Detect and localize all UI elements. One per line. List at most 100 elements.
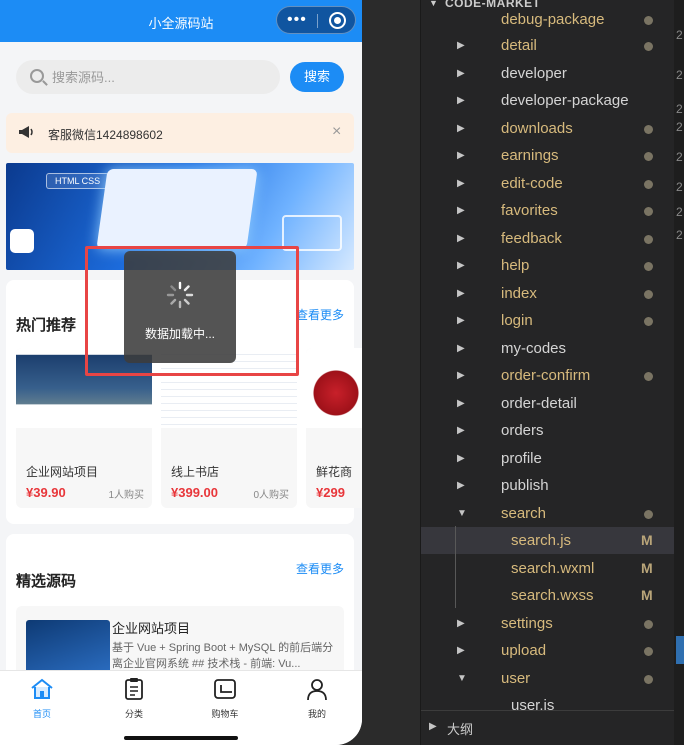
line-number: 2 — [676, 205, 683, 219]
modified-dot-icon — [644, 16, 653, 25]
search-bar[interactable] — [16, 60, 280, 94]
product-buyers: 1人购买 — [108, 490, 144, 501]
file-name: search.wxml — [511, 560, 595, 577]
search-button[interactable]: 搜索 — [290, 62, 344, 92]
chevron-right-icon: ▶ — [457, 370, 465, 381]
folder-name: search — [501, 505, 547, 522]
chevron-right-icon: ▶ — [457, 618, 465, 629]
tab-home[interactable]: 首页 — [7, 677, 77, 721]
home-indicator — [124, 736, 238, 740]
folder-item[interactable]: ▶ upload — [421, 637, 675, 664]
file-name: search.wxss — [511, 587, 594, 604]
modified-dot-icon — [644, 647, 653, 656]
selected-item-desc: 基于 Vue + Spring Boot + MySQL 的前后端分离企业官网系… — [112, 642, 334, 670]
line-number: 2 — [676, 28, 683, 42]
folder-item[interactable]: ▶ developer — [421, 60, 675, 87]
product-name: 企业网站项目 — [26, 465, 99, 479]
product-buyers: 0人购买 — [253, 490, 289, 501]
chevron-right-icon: ▶ — [457, 40, 465, 51]
line-number: 2 — [676, 102, 683, 116]
chevron-right-icon: ▶ — [457, 233, 465, 244]
product-name: 线上书店 — [171, 465, 220, 479]
notice-text: 客服微信1424898602 — [48, 128, 163, 142]
folder-item[interactable]: ▶ downloads — [421, 115, 675, 142]
highlight-box — [85, 246, 299, 376]
line-number: 2 — [676, 150, 683, 164]
user-icon — [307, 679, 327, 701]
folder-name: my-codes — [501, 340, 567, 357]
chevron-right-icon: ▶ — [457, 453, 465, 464]
line-number: 2 — [676, 180, 683, 194]
folder-name: detail — [501, 37, 537, 54]
modified-dot-icon — [644, 510, 653, 519]
folder-name: login — [501, 312, 533, 329]
product-price: ¥39.90 — [26, 485, 66, 500]
folder-item[interactable]: debug-package — [421, 6, 675, 33]
chevron-right-icon: ▶ — [457, 398, 465, 409]
folder-item[interactable]: ▶ orders — [421, 417, 675, 444]
list-icon — [125, 678, 143, 700]
modified-dot-icon — [644, 180, 653, 189]
chevron-right-icon: ▶ — [457, 150, 465, 161]
chevron-right-icon: ▶ — [457, 123, 465, 134]
folder-item[interactable]: ▶ index — [421, 280, 675, 307]
folder-name: favorites — [501, 202, 558, 219]
folder-item[interactable]: ▶ edit-code — [421, 170, 675, 197]
close-icon[interactable]: × — [332, 123, 341, 141]
folder-item[interactable]: ▶ settings — [421, 610, 675, 637]
search-input[interactable] — [52, 60, 272, 94]
folder-item[interactable]: ▶ login — [421, 307, 675, 334]
folder-name: edit-code — [501, 175, 563, 192]
product-price: ¥399.00 — [171, 485, 218, 500]
line-number: 2 — [676, 120, 683, 134]
target-icon[interactable] — [329, 12, 346, 29]
chevron-right-icon: ▶ — [457, 288, 465, 299]
modified-dot-icon — [644, 235, 653, 244]
folder-name: settings — [501, 615, 553, 632]
folder-name: profile — [501, 450, 542, 467]
folder-name: upload — [501, 642, 547, 659]
editor-edge: 2 2 2 2 2 2 2 2 — [674, 0, 684, 745]
chevron-right-icon: ▶ — [457, 205, 465, 216]
file-item[interactable]: search.wxml M — [421, 555, 675, 582]
tab-mine[interactable]: 我的 — [282, 677, 352, 721]
modified-dot-icon — [644, 317, 653, 326]
tab-cart[interactable]: 购物车 — [190, 677, 260, 721]
product-card[interactable]: 鲜花商 ¥299 — [306, 348, 362, 508]
folder-item[interactable]: ▶ publish — [421, 472, 675, 499]
modified-dot-icon — [644, 152, 653, 161]
folder-item[interactable]: ▶ detail — [421, 32, 675, 59]
chevron-right-icon: ▶ — [457, 480, 465, 491]
folder-name: earnings — [501, 147, 559, 164]
menu-capsule[interactable]: ••• — [276, 6, 356, 34]
folder-item-expanded[interactable]: ▼ search — [421, 500, 675, 527]
folder-item[interactable]: ▶ favorites — [421, 197, 675, 224]
folder-item[interactable]: ▶ feedback — [421, 225, 675, 252]
folder-item[interactable]: ▶ developer-package — [421, 87, 675, 114]
folder-name: index — [501, 285, 537, 302]
tab-category[interactable]: 分类 — [99, 677, 169, 721]
folder-item-expanded[interactable]: ▼ user — [421, 665, 675, 692]
file-item-selected[interactable]: search.js M — [421, 527, 675, 554]
selected-section-title: 精选源码 — [16, 573, 77, 590]
file-item[interactable]: search.wxss M — [421, 582, 675, 609]
folder-item[interactable]: ▶ earnings — [421, 142, 675, 169]
outline-panel-header[interactable]: ▶ 大纲 — [421, 710, 675, 745]
selected-more-link[interactable]: 查看更多 — [296, 560, 344, 577]
folder-item[interactable]: ▶ order-detail — [421, 390, 675, 417]
folder-item[interactable]: ▶ my-codes — [421, 335, 675, 362]
hot-more-link[interactable]: 查看更多 — [296, 306, 344, 323]
home-icon — [31, 678, 53, 699]
folder-name: feedback — [501, 230, 562, 247]
navigation-bar: 小全源码站 ••• — [0, 0, 362, 42]
folder-name: debug-package — [501, 11, 605, 28]
more-dots-icon[interactable]: ••• — [287, 12, 313, 28]
folder-item[interactable]: ▶ order-confirm — [421, 362, 675, 389]
folder-name: developer — [501, 65, 567, 82]
chevron-right-icon: ▶ — [457, 178, 465, 189]
folder-item[interactable]: ▶ profile — [421, 445, 675, 472]
folder-item[interactable]: ▶ help — [421, 252, 675, 279]
search-icon — [30, 69, 44, 83]
selected-item-name: 企业网站项目 — [112, 621, 191, 636]
chevron-down-icon: ▼ — [457, 508, 467, 519]
